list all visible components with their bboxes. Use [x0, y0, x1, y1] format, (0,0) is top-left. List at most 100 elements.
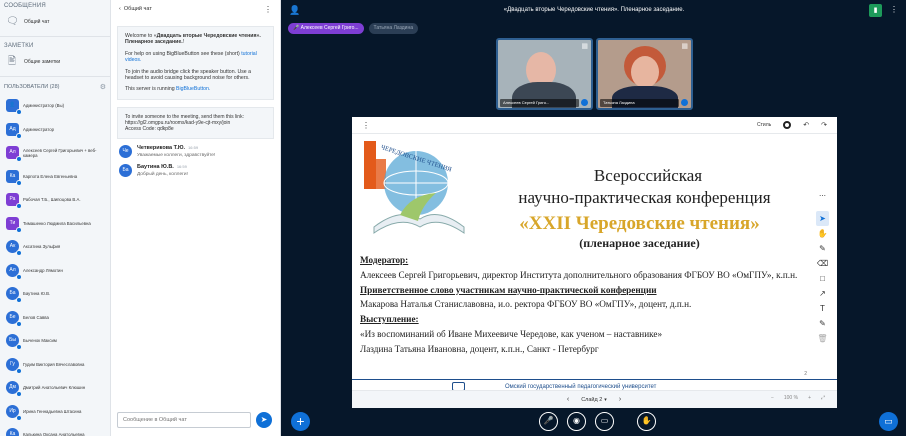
presentation-menu-icon[interactable]: ⋮ [362, 121, 370, 130]
avatar: Ак [6, 240, 22, 257]
public-chat-item[interactable]: 🗨 Общий чат [0, 11, 110, 33]
user-name: Александр Лямотин [23, 267, 63, 273]
shared-notes-item[interactable]: 🖹 Общие заметки [0, 51, 110, 73]
status-badge [16, 132, 22, 139]
user-name: Тимашенко Людмила Васильевна [23, 220, 91, 226]
message-time: 16:59 [176, 164, 187, 170]
presentation-toolbar: ⋮ Стиль ↶ ↷ [352, 117, 837, 134]
greeting-label: Приветственное слово участникам научно-п… [360, 284, 657, 295]
mic-mute-button[interactable]: 🎤 [539, 412, 558, 431]
gear-icon[interactable]: ⚙ [100, 83, 106, 91]
divider [0, 76, 110, 77]
message-text: Уважаемые коллеги, здравствуйте! [137, 153, 216, 159]
chat-title: Общий чат [123, 6, 152, 12]
eraser-tool-icon[interactable]: ⌫ [816, 256, 829, 271]
messages-section-title: СООБЩЕНИЯ [4, 3, 46, 9]
screen-share-button[interactable]: ▭ [595, 412, 614, 431]
user-list-item[interactable]: Ти Тимашенко Людмила Васильевна [0, 212, 110, 236]
user-list-item[interactable]: Ак Аксатина Зульфия [0, 235, 110, 259]
pencil-tool-icon[interactable]: ✎ [816, 241, 829, 256]
talk-author: Лаздина Татьяна Ивановна, доцент, к.п.н.… [360, 343, 599, 354]
chat-panel: ‹ Общий чат ⋮ Welcome to «Двадцать вторы… [111, 0, 281, 436]
user-list-item[interactable]: Ка Карпота Елена Евгеньевна [0, 165, 110, 189]
user-list-item[interactable]: Ад Администратор [0, 118, 110, 142]
user-list-item[interactable]: Ал Алексеев Сергей Григорьевич + веб-каме… [0, 141, 110, 165]
actions-plus-button[interactable]: + [291, 412, 310, 431]
slide-title-3: «XXII Чередовские чтения» [519, 213, 760, 234]
undo-icon[interactable]: ↶ [803, 121, 809, 129]
user-name: Ирина Геннадьевна Штасина [23, 408, 82, 414]
sticky-note-tool-icon[interactable]: ✎ [816, 316, 829, 331]
avatar: Ал [6, 146, 22, 163]
text-tool-icon[interactable]: T [816, 301, 829, 316]
slide-title-1: Всероссийская [593, 166, 703, 185]
pan-tool-icon[interactable]: ✋ [816, 226, 829, 241]
user-name: Алексеев Сергей Григорьевич + веб-камера [23, 147, 97, 158]
select-tool-icon[interactable]: ➤ [816, 211, 829, 226]
user-list-item[interactable]: Дм Дмитрий Анатольевич Клюшин [0, 376, 110, 400]
monitor-icon: ▭ [884, 416, 893, 426]
webcam-video[interactable]: ▦ Алексеев Сергей Григо... [496, 38, 593, 110]
bbb-link[interactable]: BigBlueButton. [176, 86, 210, 92]
avatar: Гу [6, 357, 22, 374]
talker-name: Алексеев Сергей Григо... [300, 25, 359, 31]
user-list-item[interactable]: 👤 Администратор (Вы) [0, 94, 110, 118]
user-list-item[interactable]: Ка Калькина Оксана Анатольевна [0, 423, 110, 436]
status-badge [16, 109, 22, 116]
webcam-button[interactable]: ◉ [567, 412, 586, 431]
invite-message: To invite someone to the meeting, send t… [117, 106, 274, 140]
chat-message: Че Четверикова Т.Ю. 16:59 Уважаемые коллеги… [119, 145, 272, 159]
mic-icon [681, 99, 688, 106]
conference-logo [364, 141, 465, 234]
delete-icon[interactable]: 🗑 [816, 331, 829, 346]
talker-badge[interactable]: 🎤 Алексеев Сергей Григо... [288, 23, 364, 34]
user-list-item[interactable]: Ба Баутина Ю.В. [0, 282, 110, 306]
more-vertical-icon[interactable]: ⋮ [264, 5, 272, 14]
help-text: For help on using BigBlueButton see thes… [125, 50, 240, 57]
user-list-item[interactable]: Ир Ирина Геннадьевна Штасина [0, 400, 110, 424]
options-menu-icon[interactable]: ⋮ [890, 5, 898, 14]
connection-status-icon[interactable]: ▮ [869, 4, 882, 17]
rectangle-tool-icon[interactable]: □ [816, 271, 829, 286]
slide-select[interactable]: Слайд 2 [581, 397, 602, 403]
user-list-item[interactable]: Бе Белов Савва [0, 306, 110, 330]
presentation-area[interactable]: ⋮ Стиль ↶ ↷ ЧЕРЕДОВСКИЕ ЧТЕНИЯ Всероссий… [352, 117, 837, 408]
talker-badge[interactable]: Татьяна Лаздина [368, 23, 419, 34]
style-button[interactable] [783, 121, 792, 129]
fullscreen-icon[interactable]: ▦ [581, 42, 588, 50]
audio-text: To join the audio bridge click the speak… [125, 68, 252, 82]
user-list-item[interactable]: Бы Быченок Максим [0, 329, 110, 353]
chat-message-input[interactable] [117, 412, 251, 428]
redo-icon[interactable]: ↷ [821, 121, 827, 129]
status-badge [16, 367, 22, 374]
webcam-video[interactable]: ▦ Татьяна Лаздина [596, 38, 693, 110]
send-button[interactable]: ➤ [256, 412, 272, 428]
avatar: Ка [6, 428, 19, 436]
raise-hand-button[interactable]: ✋ [637, 412, 656, 431]
status-badge [16, 273, 22, 280]
user-list-item[interactable]: Гу Гудим Виктория Вячеславовна [0, 353, 110, 377]
prev-slide-icon[interactable]: ‹ [567, 396, 569, 403]
user-icon: 👤 [9, 102, 16, 109]
running-text: This server is running [125, 86, 175, 93]
status-badge [16, 156, 22, 163]
fullscreen-icon[interactable]: ▦ [681, 42, 688, 50]
user-list-item[interactable]: Ал Александр Лямотин [0, 259, 110, 283]
status-badge [16, 226, 22, 233]
mic-icon [581, 99, 588, 106]
send-icon: ➤ [260, 415, 268, 424]
message-author: Баутина Ю.В. 16:59 [137, 164, 188, 170]
next-slide-icon[interactable]: › [619, 396, 621, 403]
notes-section-title: ЗАМЕТКИ [4, 43, 34, 49]
user-name: Карпота Елена Евгеньевна [23, 173, 78, 179]
arrow-tool-icon[interactable]: ↗ [816, 286, 829, 301]
talks-label: Выступление: [360, 314, 419, 325]
chevron-down-icon: ▾ [604, 396, 607, 403]
footer-text: Омский государственный педагогический ун… [505, 383, 657, 390]
layout-button[interactable]: ▭ [879, 412, 898, 431]
chat-back-button[interactable]: ‹ Общий чат [119, 6, 152, 12]
more-tools-icon[interactable]: ⋯ [819, 192, 826, 200]
user-list-item[interactable]: Ра Рабочая Т.Б., Шипоцова В.А. [0, 188, 110, 212]
talk-title: «Из воспоминаний об Иване Михеевиче Чере… [360, 328, 663, 339]
webcam-name: Алексеев Сергей Григо... [500, 99, 579, 107]
